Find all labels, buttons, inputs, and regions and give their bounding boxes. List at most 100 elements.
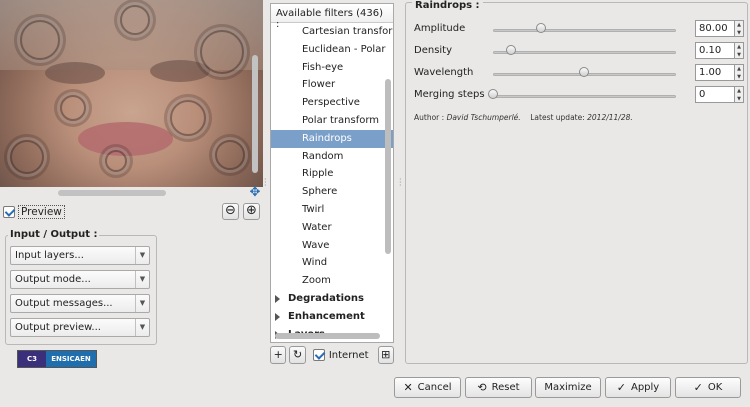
cancel-label: Cancel bbox=[417, 382, 452, 393]
expand-icon: ⊞ bbox=[381, 348, 391, 361]
update-label: Latest update: bbox=[530, 113, 585, 122]
zoom-out-button[interactable]: ⊖ bbox=[222, 203, 239, 220]
reset-label: Reset bbox=[491, 382, 520, 393]
filter-tree-toolbar: + ↻ Internet ⊞ bbox=[270, 345, 394, 365]
preview-vertical-scrollbar[interactable] bbox=[252, 55, 258, 173]
output-mode-select[interactable]: Output mode... ▼ bbox=[10, 270, 150, 289]
filter-author-info: Author : David Tschumperlé. Latest updat… bbox=[414, 113, 633, 122]
raindrop-ring bbox=[215, 140, 245, 170]
check-icon: ✓ bbox=[616, 381, 626, 394]
preview-checkbox[interactable] bbox=[3, 206, 15, 218]
raindrop-ring bbox=[60, 95, 86, 121]
filter-item-selected[interactable]: Raindrops bbox=[271, 129, 393, 148]
raindrop-ring bbox=[200, 30, 244, 74]
param-label: Density bbox=[414, 45, 453, 56]
splitter-handle[interactable]: · · · bbox=[264, 176, 267, 190]
preview-left-eye bbox=[45, 62, 105, 84]
spin-buttons[interactable]: ▲ ▼ bbox=[735, 64, 744, 81]
filter-item[interactable]: Flower bbox=[271, 76, 393, 94]
input-output-title: Input / Output : bbox=[8, 229, 100, 240]
gmic-logo[interactable]: C3 ENSICAEN bbox=[17, 350, 97, 368]
filter-item[interactable]: Zoom bbox=[271, 272, 393, 290]
param-label: Amplitude bbox=[414, 23, 466, 34]
param-slider[interactable] bbox=[493, 29, 676, 32]
chevron-down-icon: ▼ bbox=[135, 247, 149, 264]
filter-item[interactable]: Random bbox=[271, 148, 393, 166]
slider-handle[interactable] bbox=[579, 67, 589, 77]
reset-icon: ⟲ bbox=[477, 381, 487, 394]
param-slider[interactable] bbox=[493, 95, 676, 98]
filter-item[interactable]: Euclidean - Polar bbox=[271, 41, 393, 59]
filter-item[interactable]: Twirl bbox=[271, 201, 393, 219]
param-value-input[interactable]: 0 bbox=[695, 86, 735, 103]
ok-button[interactable]: ✓ OK bbox=[675, 377, 741, 398]
filter-tree-header: Available filters (436) : bbox=[271, 4, 393, 30]
filter-parameters-title: Raindrops : bbox=[412, 0, 483, 11]
ok-label: OK bbox=[707, 382, 723, 393]
param-row-density: Density 0.10 ▲ ▼ bbox=[414, 42, 744, 62]
filter-tree[interactable]: Available filters (436) : Cartesian tran… bbox=[270, 3, 394, 343]
spin-buttons[interactable]: ▲ ▼ bbox=[735, 86, 744, 103]
move-icon[interactable]: ✥ bbox=[248, 186, 262, 200]
param-value-input[interactable]: 80.00 bbox=[695, 20, 735, 37]
input-layers-select[interactable]: Input layers... ▼ bbox=[10, 246, 150, 265]
filter-item[interactable]: Wave bbox=[271, 237, 393, 255]
add-fave-button[interactable]: + bbox=[270, 346, 287, 364]
output-mode-label: Output mode... bbox=[15, 274, 91, 285]
preview-horizontal-scrollbar[interactable] bbox=[58, 190, 166, 196]
filter-item[interactable]: Fish-eye bbox=[271, 59, 393, 77]
expand-all-button[interactable]: ⊞ bbox=[377, 346, 394, 364]
spin-buttons[interactable]: ▲ ▼ bbox=[735, 20, 744, 37]
output-messages-select[interactable]: Output messages... ▼ bbox=[10, 294, 150, 313]
input-layers-label: Input layers... bbox=[15, 250, 84, 261]
reset-button[interactable]: ⟲ Reset bbox=[465, 377, 532, 398]
output-preview-label: Output preview... bbox=[15, 322, 101, 333]
param-slider[interactable] bbox=[493, 51, 676, 54]
chevron-down-icon: ▼ bbox=[135, 295, 149, 312]
param-row-wavelength: Wavelength 1.00 ▲ ▼ bbox=[414, 64, 744, 84]
raindrop-ring bbox=[120, 5, 150, 35]
filter-item[interactable]: Ripple bbox=[271, 165, 393, 183]
cancel-button[interactable]: ✕ Cancel bbox=[394, 377, 461, 398]
param-label: Wavelength bbox=[414, 67, 474, 78]
apply-button[interactable]: ✓ Apply bbox=[605, 377, 671, 398]
spin-buttons[interactable]: ▲ ▼ bbox=[735, 42, 744, 59]
filter-item[interactable]: Polar transform bbox=[271, 112, 393, 130]
internet-checkbox[interactable] bbox=[312, 349, 325, 361]
preview-right-eye bbox=[150, 60, 210, 82]
preview-toggle[interactable]: Preview bbox=[3, 205, 65, 219]
chevron-down-icon: ▼ bbox=[135, 319, 149, 336]
update-date: 2012/11/28. bbox=[587, 113, 633, 122]
param-value-input[interactable]: 1.00 bbox=[695, 64, 735, 81]
param-row-merging-steps: Merging steps 0 ▲ ▼ bbox=[414, 86, 744, 106]
filter-item[interactable]: Sphere bbox=[271, 183, 393, 201]
slider-handle[interactable] bbox=[536, 23, 546, 33]
internet-toggle[interactable]: Internet bbox=[312, 349, 369, 361]
filter-category[interactable]: Enhancement bbox=[271, 308, 393, 326]
preview-image[interactable] bbox=[0, 0, 263, 187]
filter-item[interactable]: Cartesian transform bbox=[271, 23, 393, 41]
maximize-button[interactable]: Maximize bbox=[535, 377, 601, 398]
logo-right: ENSICAEN bbox=[46, 351, 96, 367]
raindrop-ring bbox=[170, 100, 206, 136]
slider-handle[interactable] bbox=[506, 45, 516, 55]
filter-tree-horizontal-scrollbar[interactable] bbox=[275, 333, 380, 339]
filter-item[interactable]: Perspective bbox=[271, 94, 393, 112]
filter-category[interactable]: Degradations bbox=[271, 290, 393, 308]
raindrop-ring bbox=[105, 150, 127, 172]
filter-tree-vertical-scrollbar[interactable] bbox=[385, 79, 391, 254]
slider-handle[interactable] bbox=[488, 89, 498, 99]
refresh-button[interactable]: ↻ bbox=[289, 346, 306, 364]
filter-item[interactable]: Water bbox=[271, 219, 393, 237]
splitter-handle[interactable]: · · · bbox=[399, 176, 402, 190]
param-value-input[interactable]: 0.10 bbox=[695, 42, 735, 59]
output-messages-label: Output messages... bbox=[15, 298, 113, 309]
apply-label: Apply bbox=[630, 382, 660, 393]
raindrop-ring bbox=[10, 140, 44, 174]
preview-label: Preview bbox=[18, 205, 65, 219]
filter-item[interactable]: Wind bbox=[271, 254, 393, 272]
logo-left: C3 bbox=[18, 351, 46, 367]
author-name: David Tschumperlé. bbox=[446, 113, 521, 122]
output-preview-select[interactable]: Output preview... ▼ bbox=[10, 318, 150, 337]
zoom-in-button[interactable]: ⊕ bbox=[243, 203, 260, 220]
